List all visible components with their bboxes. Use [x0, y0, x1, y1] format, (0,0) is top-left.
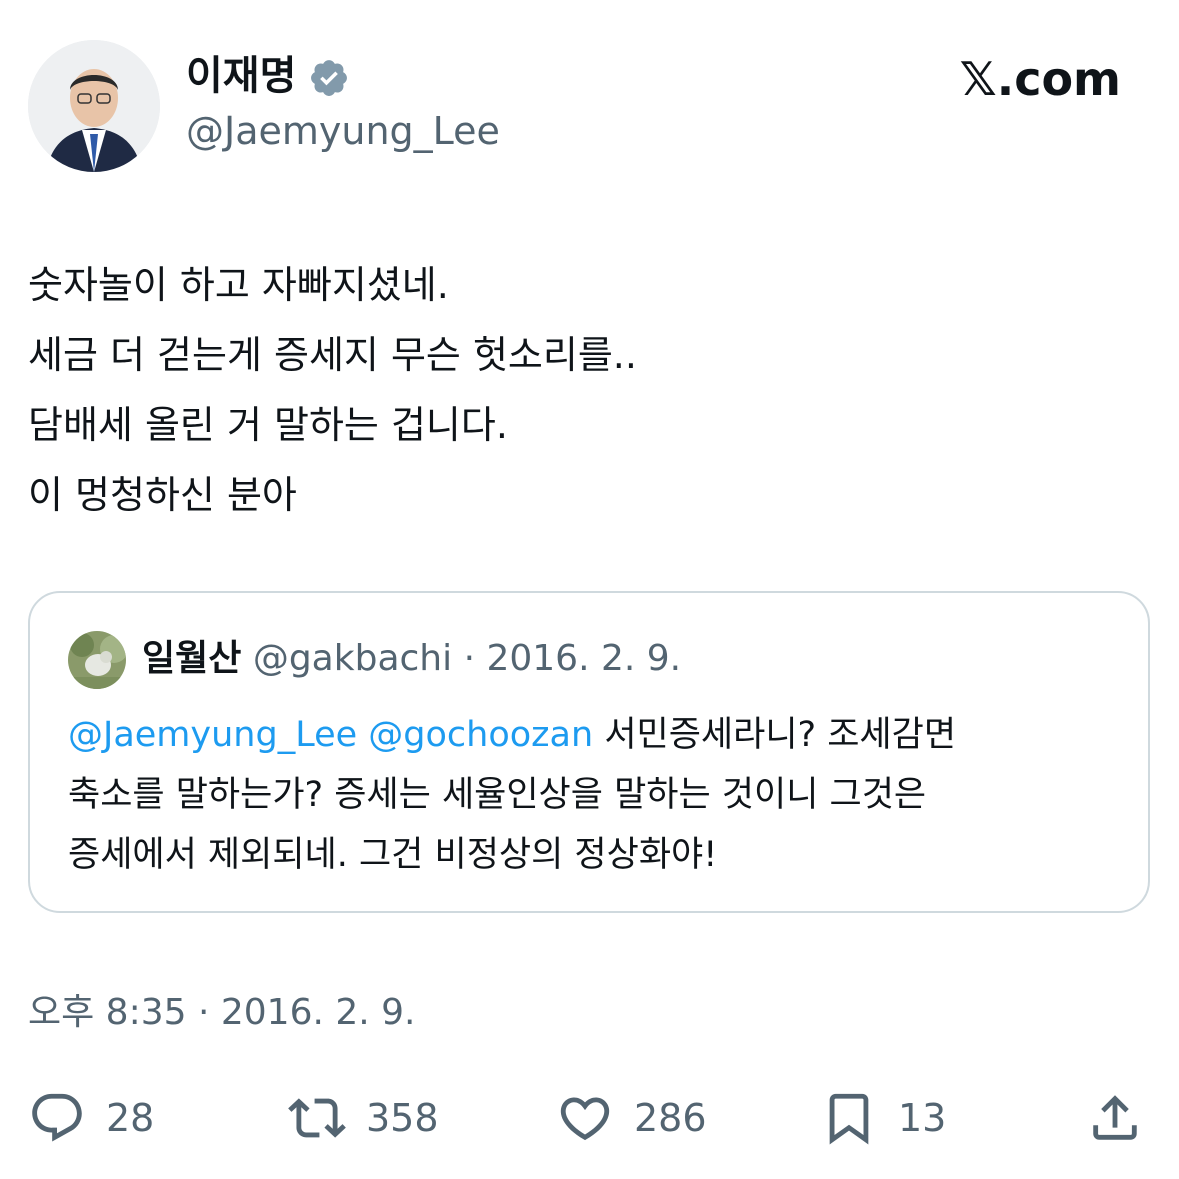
- tweet-line: 이 멍청하신 분아: [28, 473, 297, 517]
- quoted-tweet[interactable]: 일월산 @gakbachi · 2016. 2. 9. @Jaemyung_Le…: [28, 591, 1150, 913]
- x-logo: 𝕏.com: [959, 52, 1121, 106]
- quote-avatar-image: [68, 631, 126, 689]
- quote-avatar: [68, 631, 126, 689]
- quote-separator: ·: [452, 638, 487, 679]
- quote-line-text: 증세에서 제외되네. 그건 비정상의 정상화야!: [68, 835, 718, 875]
- share-icon: [1093, 1095, 1137, 1140]
- tweet-timestamp[interactable]: 오후 8:35 · 2016. 2. 9.: [28, 990, 416, 1036]
- author-handle[interactable]: @Jaemyung_Lee: [186, 108, 500, 154]
- mention-link[interactable]: @gochoozan: [368, 715, 593, 755]
- bookmark-icon: [829, 1093, 869, 1145]
- retweet-count: 358: [366, 1096, 439, 1140]
- quote-author-handle[interactable]: @gakbachi: [253, 638, 452, 679]
- author-name[interactable]: 이재명: [186, 52, 296, 100]
- heart-icon: [560, 1097, 610, 1141]
- reply-count: 28: [106, 1096, 155, 1140]
- quote-date: 2016. 2. 9.: [486, 638, 682, 679]
- quote-line-text: 서민증세라니? 조세감면: [604, 715, 957, 755]
- tweet-line: 담배세 올린 거 말하는 겁니다.: [28, 403, 508, 447]
- bookmark-count: 13: [898, 1096, 947, 1140]
- quote-line-text: 축소를 말하는가? 증세는 세율인상을 말하는 것이니 그것은: [68, 775, 927, 815]
- retweet-icon: [288, 1098, 346, 1138]
- share-button[interactable]: [1086, 1088, 1144, 1148]
- quote-author-name[interactable]: 일월산: [142, 638, 241, 679]
- retweet-button[interactable]: 358: [288, 1088, 439, 1148]
- quote-header: 일월산 @gakbachi · 2016. 2. 9.: [142, 633, 681, 685]
- author-avatar-image: [28, 40, 160, 172]
- tweet-line: 세금 더 걷는게 증세지 무슨 헛소리를..: [28, 333, 637, 377]
- reply-icon: [32, 1093, 82, 1142]
- verified-badge-icon: [311, 60, 347, 96]
- bookmark-button[interactable]: 13: [820, 1088, 946, 1148]
- tweet-line: 숫자놀이 하고 자빠지셨네.: [28, 263, 449, 307]
- author-avatar[interactable]: [28, 40, 160, 172]
- tweet-text: 숫자놀이 하고 자빠지셨네. 세금 더 걷는게 증세지 무슨 헛소리를.. 담배…: [28, 250, 1148, 530]
- reply-button[interactable]: 28: [28, 1088, 154, 1148]
- mention-link[interactable]: @Jaemyung_Lee: [68, 715, 357, 755]
- quote-text: @Jaemyung_Lee @gochoozan 서민증세라니? 조세감면 축소…: [68, 705, 1128, 885]
- like-button[interactable]: 286: [556, 1088, 707, 1148]
- like-count: 286: [634, 1096, 707, 1140]
